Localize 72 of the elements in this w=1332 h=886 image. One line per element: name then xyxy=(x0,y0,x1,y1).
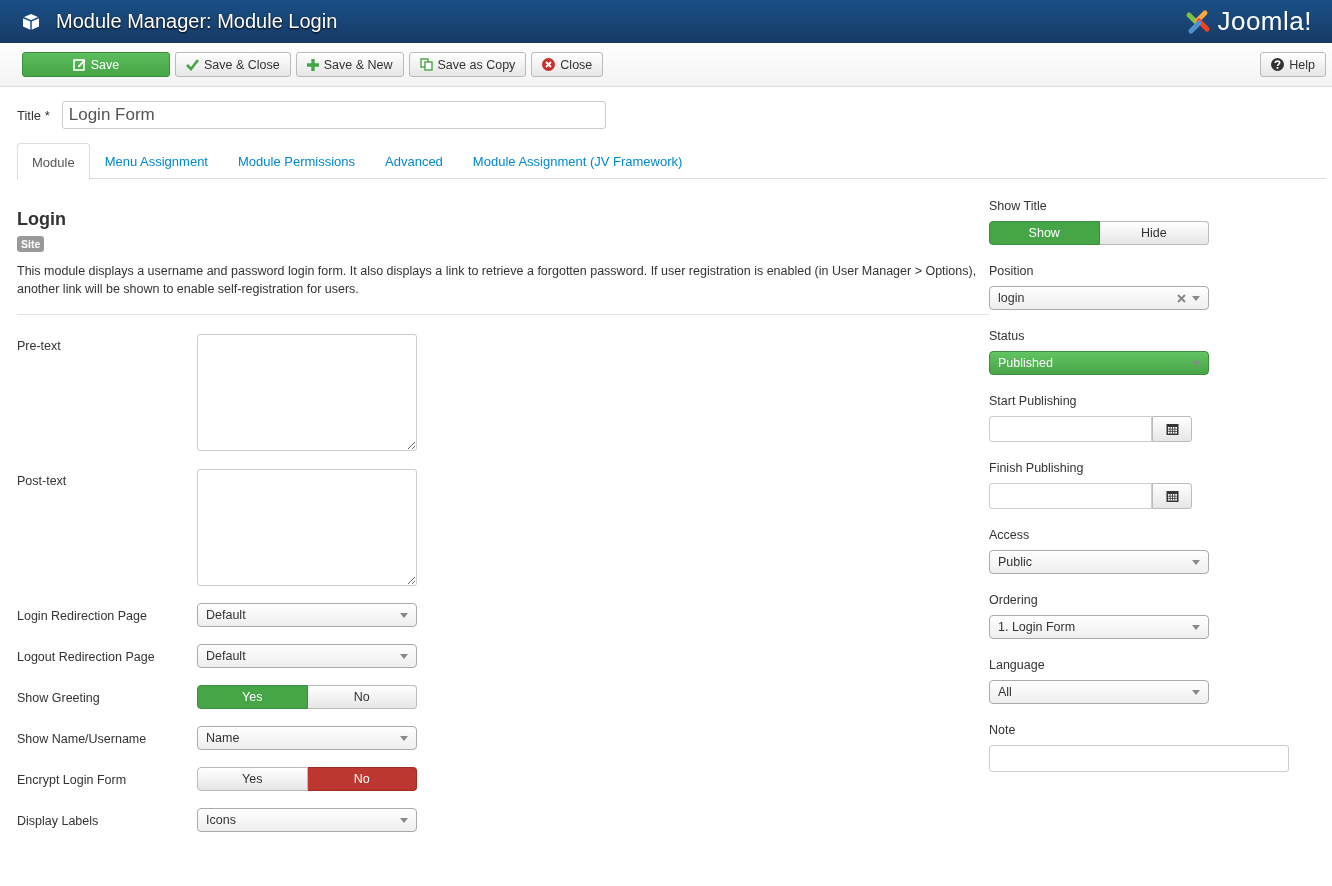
caret-icon xyxy=(400,735,408,741)
toolbar-button[interactable]: Save as Copy xyxy=(408,52,527,77)
calendar-button[interactable] xyxy=(1152,483,1192,509)
select-field[interactable]: login xyxy=(989,286,1209,310)
date-field[interactable] xyxy=(989,483,1152,509)
toggle-option[interactable]: No xyxy=(307,685,417,709)
caret-icon xyxy=(1192,360,1200,366)
module-description: This module displays a username and password login form. It also displays a link to retrieve a forgotten password. If user registration is enabled (in User Manager > Options), another link will be shown to enable self-registration for users. xyxy=(17,263,977,298)
toggle-option[interactable]: Yes xyxy=(197,767,308,791)
help-icon xyxy=(1271,58,1285,71)
toggle-option[interactable]: No xyxy=(307,767,417,791)
tab[interactable]: Advanced xyxy=(370,143,458,179)
toolbar-button[interactable]: Save & Close xyxy=(175,52,291,77)
field-label: Login Redirection Page xyxy=(17,608,148,625)
close-icon xyxy=(542,58,556,71)
clear-icon[interactable] xyxy=(1177,293,1186,303)
field-label: Logout Redirection Page xyxy=(17,649,156,666)
logo-text: Joomla! xyxy=(1217,6,1312,37)
select-field[interactable]: Icons xyxy=(197,808,417,832)
select-field[interactable]: All xyxy=(989,680,1209,704)
edit-icon xyxy=(72,58,86,71)
field-label: Note xyxy=(989,723,1017,737)
field-label: Encrypt Login Form xyxy=(17,772,128,789)
toggle-option[interactable]: Hide xyxy=(1099,221,1209,245)
copy-icon xyxy=(419,58,433,71)
window-title: Module Manager: Module Login xyxy=(56,10,339,33)
field-label: Position xyxy=(989,264,1035,278)
field-label: Show Name/Username xyxy=(17,731,148,748)
tab[interactable]: Module Permissions xyxy=(223,143,371,179)
caret-icon xyxy=(1192,559,1200,565)
calendar-icon xyxy=(1165,490,1179,502)
field-label: Post-text xyxy=(17,473,68,490)
select-field[interactable]: Default xyxy=(197,644,417,668)
plus-icon xyxy=(306,58,319,71)
title-field[interactable]: Login Form xyxy=(61,101,606,129)
tab[interactable]: Module Assignment (JV Framework) xyxy=(457,143,698,179)
toolbar-button[interactable]: Save & New xyxy=(295,52,404,77)
caret-icon xyxy=(400,612,408,618)
field-label: Title * xyxy=(17,107,50,123)
field-label: Start Publishing xyxy=(989,394,1078,408)
caret-icon xyxy=(1192,295,1200,301)
field-label: Pre-text xyxy=(17,338,62,355)
input-field[interactable] xyxy=(989,745,1289,772)
text-area[interactable] xyxy=(197,334,417,451)
help-button[interactable]: Help xyxy=(1260,52,1326,77)
calendar-button[interactable] xyxy=(1152,416,1192,442)
calendar-icon xyxy=(1165,423,1179,435)
field-label: Language xyxy=(989,658,1046,672)
toolbar-button[interactable]: Close xyxy=(531,52,604,77)
field-label: Access xyxy=(989,528,1031,542)
caret-icon xyxy=(400,653,408,659)
select-field[interactable]: Name xyxy=(197,726,417,750)
caret-icon xyxy=(400,817,408,823)
field-label: Ordering xyxy=(989,593,1039,607)
field-label: Status xyxy=(989,329,1026,343)
field-label: Display Labels xyxy=(17,813,100,830)
select-field[interactable]: Public xyxy=(989,550,1209,574)
check-icon xyxy=(186,58,199,71)
date-field[interactable] xyxy=(989,416,1152,442)
module-heading: Login xyxy=(17,209,67,230)
field-label: Show Title xyxy=(989,199,1048,213)
text-area[interactable] xyxy=(197,469,417,586)
cube-icon xyxy=(22,12,40,31)
caret-icon xyxy=(1192,624,1200,630)
tab[interactable]: Module xyxy=(17,143,90,180)
select-field[interactable]: 1. Login Form xyxy=(989,615,1209,639)
tab[interactable]: Menu Assignment xyxy=(89,143,223,179)
field-label: Finish Publishing xyxy=(989,461,1085,475)
site-badge: Site xyxy=(17,236,45,252)
caret-icon xyxy=(1192,689,1200,695)
field-label: Show Greeting xyxy=(17,690,101,707)
select-field[interactable]: Default xyxy=(197,603,417,627)
